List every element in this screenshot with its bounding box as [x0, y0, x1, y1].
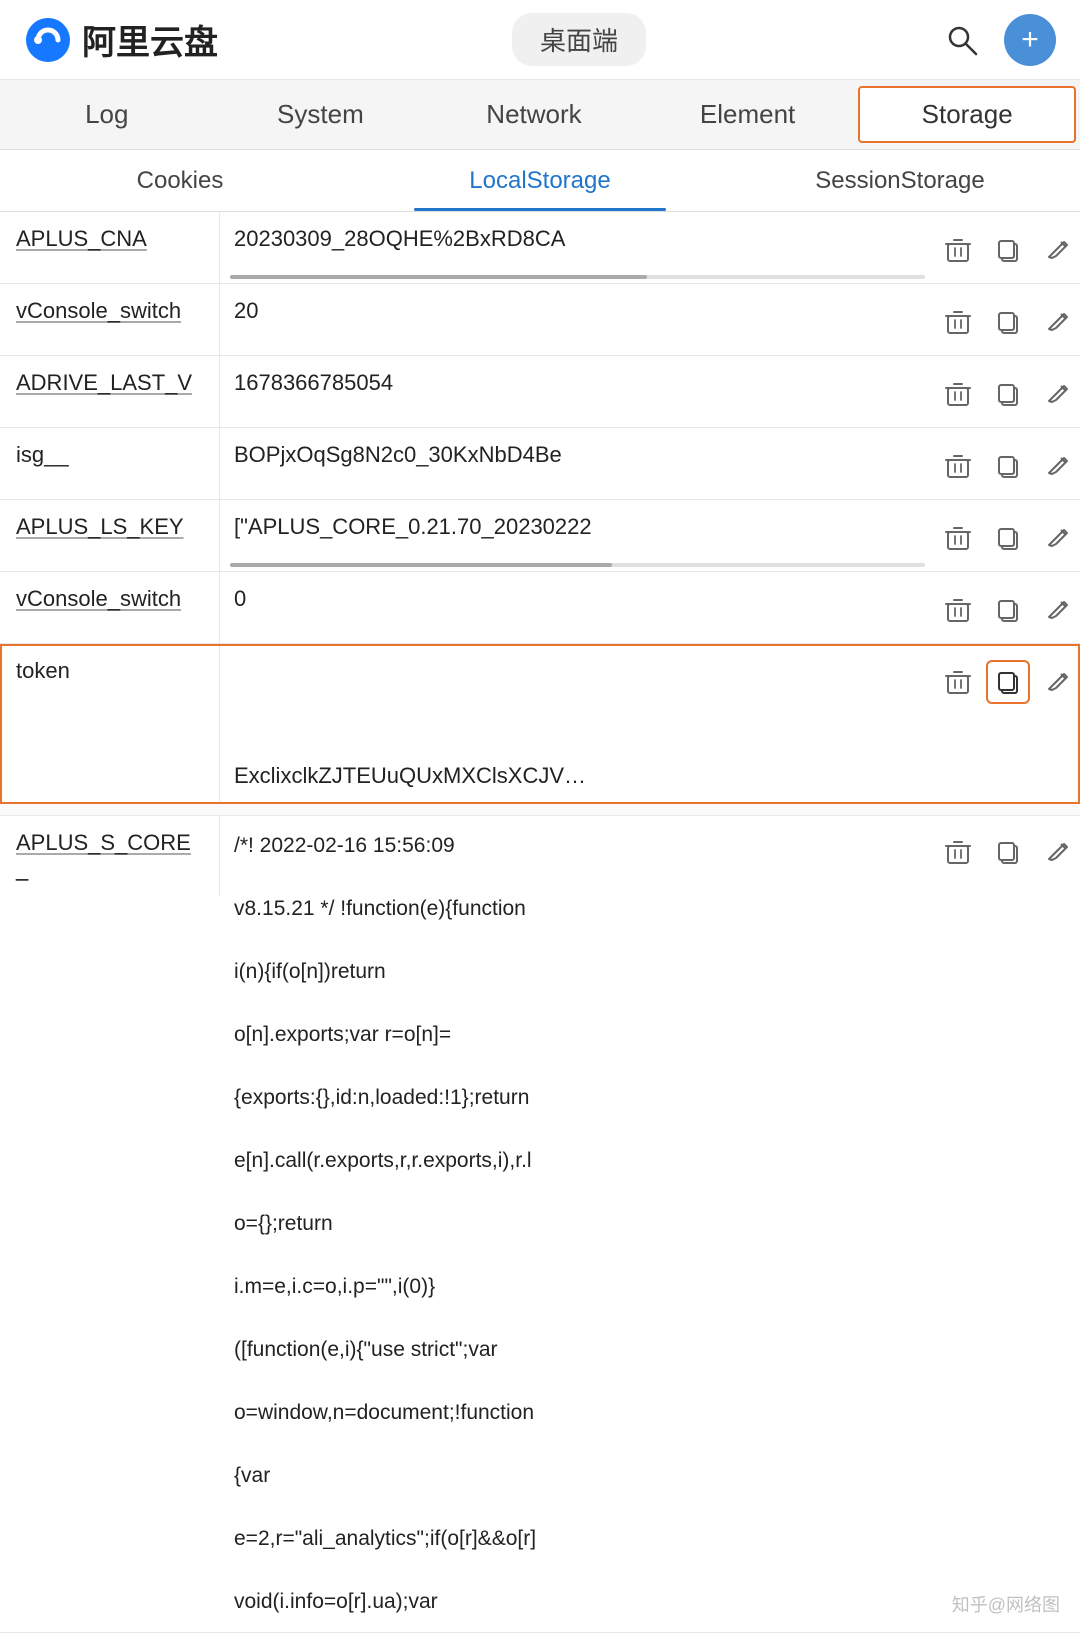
row-value: ["APLUS_CORE_0.21.70_20230222: [220, 500, 935, 571]
storage-table: APLUS_CNA 20230309_28OQHE%2BxRD8CA vCons…: [0, 212, 1080, 1633]
table-row-token: token ExclixclkZJTEUuQUxMXClsXCJV…: [0, 644, 1080, 804]
table-row: APLUS_LS_KEY ["APLUS_CORE_0.21.70_202302…: [0, 500, 1080, 572]
desktop-label: 桌面端: [512, 13, 646, 66]
copy-button[interactable]: [986, 300, 1030, 344]
edit-button[interactable]: [1036, 830, 1080, 874]
row-value: 0: [220, 572, 935, 643]
table-row-aplus-core: APLUS_S_CORE_ /*! 2022-02-16 15:56:09 v8…: [0, 816, 1080, 1633]
token-key: token: [0, 644, 220, 803]
row-actions: [935, 572, 1080, 643]
delete-button[interactable]: [936, 588, 980, 632]
edit-button[interactable]: [1036, 444, 1080, 488]
copy-button[interactable]: [986, 228, 1030, 272]
subtab-sessionstorage[interactable]: SessionStorage: [720, 150, 1080, 211]
row-actions: [935, 428, 1080, 499]
tab-system[interactable]: System: [214, 80, 428, 149]
add-button[interactable]: +: [1004, 14, 1056, 66]
app-header: 阿里云盘 桌面端 +: [0, 0, 1080, 80]
row-actions: [935, 284, 1080, 355]
copy-button[interactable]: [986, 588, 1030, 632]
token-value: ExclixclkZJTEUuQUxMXClsXCJV…: [220, 644, 935, 803]
copy-button-highlighted[interactable]: [986, 660, 1030, 704]
tab-element[interactable]: Element: [641, 80, 855, 149]
row-actions: [935, 500, 1080, 571]
row-actions: [935, 356, 1080, 427]
edit-button[interactable]: [1036, 372, 1080, 416]
aplus-core-value: /*! 2022-02-16 15:56:09 v8.15.21 */ !fun…: [220, 816, 935, 1632]
delete-button[interactable]: [936, 830, 980, 874]
app-name-label: 阿里云盘: [82, 15, 218, 64]
copy-button[interactable]: [986, 516, 1030, 560]
table-row: APLUS_CNA 20230309_28OQHE%2BxRD8CA: [0, 212, 1080, 284]
edit-button[interactable]: [1036, 228, 1080, 272]
copy-button[interactable]: [986, 444, 1030, 488]
aliyun-logo-icon: [24, 16, 72, 64]
subtab-localstorage[interactable]: LocalStorage: [360, 150, 720, 211]
aplus-core-key: APLUS_S_CORE_: [0, 816, 220, 896]
copy-button[interactable]: [986, 830, 1030, 874]
row-key: isg__: [0, 428, 220, 499]
delete-button[interactable]: [936, 228, 980, 272]
storage-subtabs: Cookies LocalStorage SessionStorage: [0, 150, 1080, 212]
search-button[interactable]: [940, 18, 984, 62]
row-key: vConsole_switch: [0, 284, 220, 355]
table-row: ADRIVE_LAST_V 1678366785054: [0, 356, 1080, 428]
delete-button[interactable]: [936, 300, 980, 344]
token-actions: [935, 644, 1080, 803]
table-row: isg__ BOPjxOqSg8N2c0_30KxNbD4Be: [0, 428, 1080, 500]
row-value: BOPjxOqSg8N2c0_30KxNbD4Be: [220, 428, 935, 499]
subtab-cookies[interactable]: Cookies: [0, 150, 360, 211]
header-center: 桌面端: [218, 13, 940, 66]
edit-button[interactable]: [1036, 588, 1080, 632]
delete-button[interactable]: [936, 516, 980, 560]
table-row: vConsole_switch 20: [0, 284, 1080, 356]
row-value: 20230309_28OQHE%2BxRD8CA: [220, 212, 935, 283]
row-key: APLUS_CNA: [0, 212, 220, 283]
tab-log[interactable]: Log: [0, 80, 214, 149]
app-logo: 阿里云盘: [24, 15, 218, 64]
row-key: vConsole_switch: [0, 572, 220, 643]
row-key: ADRIVE_LAST_V: [0, 356, 220, 427]
copy-button[interactable]: [986, 372, 1030, 416]
header-actions: +: [940, 14, 1056, 66]
aplus-core-actions: [935, 816, 1080, 874]
delete-button[interactable]: [936, 660, 980, 704]
row-value: 20: [220, 284, 935, 355]
edit-button[interactable]: [1036, 660, 1080, 704]
delete-button[interactable]: [936, 372, 980, 416]
edit-button[interactable]: [1036, 300, 1080, 344]
tab-storage[interactable]: Storage: [858, 86, 1076, 143]
edit-button[interactable]: [1036, 516, 1080, 560]
delete-button[interactable]: [936, 444, 980, 488]
row-actions: [935, 212, 1080, 283]
table-row: vConsole_switch 0: [0, 572, 1080, 644]
row-key: APLUS_LS_KEY: [0, 500, 220, 571]
devtools-tabs: Log System Network Element Storage: [0, 80, 1080, 150]
table-divider: [0, 804, 1080, 816]
row-value: 1678366785054: [220, 356, 935, 427]
tab-network[interactable]: Network: [427, 80, 641, 149]
